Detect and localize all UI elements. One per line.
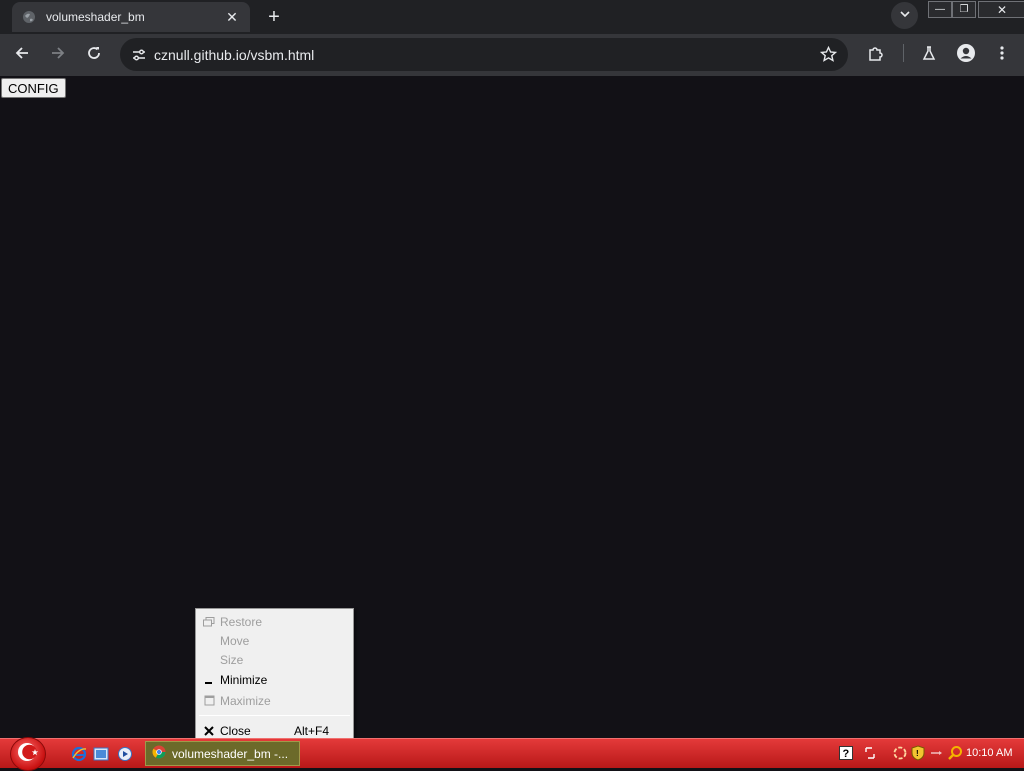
menu-item-label: Move <box>220 633 250 648</box>
window-minimize-button[interactable]: — <box>928 1 952 18</box>
window-restore-button[interactable]: ❐ <box>952 1 976 18</box>
network-tray-icon[interactable] <box>862 745 878 761</box>
svg-text:?: ? <box>843 748 850 760</box>
menu-item-restore[interactable]: Restore <box>196 612 353 631</box>
forward-button[interactable] <box>44 41 72 69</box>
address-url: cznull.github.io/vsbm.html <box>154 46 315 63</box>
minimize-icon <box>198 670 220 689</box>
taskbar: volumeshader_bm -... ? ! 10:10 AM <box>0 737 1024 771</box>
menu-item-size[interactable]: Size <box>196 650 353 669</box>
flask-icon <box>921 45 937 66</box>
window-controls: — ❐ ✕ <box>928 1 1024 19</box>
tab-title: volumeshader_bm <box>46 10 145 24</box>
reload-icon <box>86 45 102 66</box>
config-button[interactable]: CONFIG <box>1 78 66 98</box>
menu-button[interactable] <box>988 41 1016 69</box>
avatar-icon <box>956 43 976 68</box>
help-tray-icon[interactable]: ? <box>838 745 854 761</box>
address-bar[interactable]: cznull.github.io/vsbm.html <box>120 38 848 71</box>
taskbar-item-label: volumeshader_bm -... <box>172 746 289 761</box>
update-tray-icon[interactable] <box>892 745 908 761</box>
chrome-icon <box>152 745 166 762</box>
chevron-down-icon <box>899 7 911 25</box>
volume-tray-icon[interactable] <box>929 745 945 761</box>
menu-item-accelerator: Alt+F4 <box>293 723 329 738</box>
taskbar-clock: 10:10 AM <box>966 747 1013 759</box>
security-shield-tray-icon[interactable]: ! <box>910 745 926 761</box>
search-tray-icon[interactable] <box>947 745 963 761</box>
menu-item-label: Maximize <box>220 693 271 708</box>
tab-close-icon[interactable]: ✕ <box>224 9 240 25</box>
restore-icon <box>198 612 220 631</box>
tab-search-button[interactable] <box>891 2 918 29</box>
explorer-launch-icon[interactable] <box>92 745 110 763</box>
maximize-icon <box>198 691 220 710</box>
media-player-launch-icon[interactable] <box>116 745 134 763</box>
menu-item-label: Close <box>220 723 251 738</box>
labs-button[interactable] <box>915 41 943 69</box>
svg-text:!: ! <box>916 749 919 758</box>
menu-item-label: Minimize <box>220 672 268 687</box>
tab-strip: volumeshader_bm ✕ + — ❐ ✕ <box>0 0 1024 34</box>
browser-tab[interactable]: volumeshader_bm ✕ <box>12 2 250 32</box>
back-button[interactable] <box>8 41 36 69</box>
browser-toolbar: cznull.github.io/vsbm.html <box>0 34 1024 76</box>
window-system-menu: Restore Move Size Minimize Maximize Clos… <box>195 608 354 744</box>
extensions-button[interactable] <box>862 41 890 69</box>
puzzle-icon <box>867 44 885 67</box>
profile-button[interactable] <box>952 41 980 69</box>
ie-launch-icon[interactable] <box>70 745 88 763</box>
menu-separator <box>199 715 350 716</box>
toolbar-divider <box>903 44 904 62</box>
new-tab-button[interactable]: + <box>262 5 286 29</box>
kebab-menu-icon <box>999 45 1005 66</box>
crescent-star-icon <box>15 739 41 770</box>
reload-button[interactable] <box>80 41 108 69</box>
page-canvas[interactable]: CONFIG <box>0 76 1024 738</box>
globe-icon <box>22 10 36 24</box>
bookmark-star-icon[interactable] <box>814 41 842 69</box>
taskbar-chrome-window[interactable]: volumeshader_bm -... <box>145 741 300 766</box>
menu-item-label: Size <box>220 652 244 667</box>
arrow-left-icon <box>14 45 30 66</box>
menu-item-move[interactable]: Move <box>196 631 353 650</box>
menu-item-minimize[interactable]: Minimize <box>196 670 353 689</box>
arrow-right-icon <box>50 45 66 66</box>
window-close-button[interactable]: ✕ <box>978 1 1024 18</box>
site-settings-icon[interactable] <box>128 44 150 66</box>
start-button[interactable] <box>10 737 46 771</box>
menu-item-label: Restore <box>220 614 263 629</box>
menu-item-maximize[interactable]: Maximize <box>196 691 353 710</box>
